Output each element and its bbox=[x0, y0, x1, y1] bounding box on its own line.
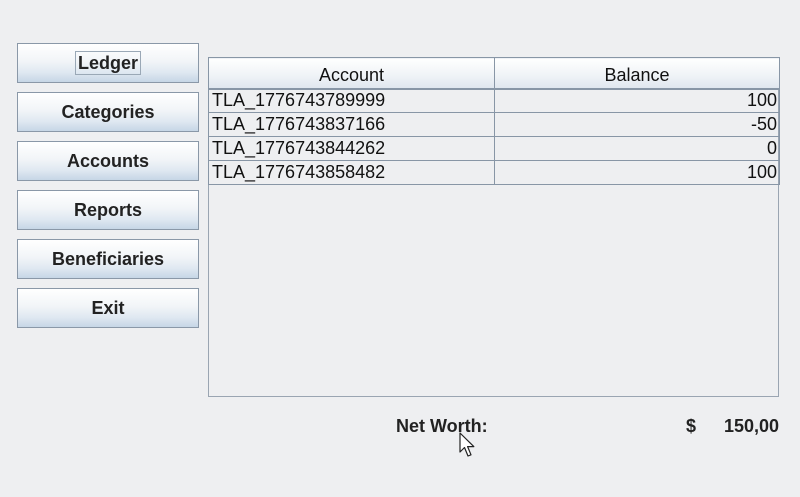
reports-button-label: Reports bbox=[73, 199, 142, 220]
account-cell[interactable]: TLA_1776743858482 bbox=[208, 160, 495, 185]
table-row[interactable]: TLA_1776743844262 0 bbox=[208, 136, 780, 161]
categories-button-label: Categories bbox=[61, 101, 155, 122]
column-header-balance[interactable]: Balance bbox=[494, 57, 780, 90]
balance-cell[interactable]: -50 bbox=[494, 112, 780, 137]
exit-button-label: Exit bbox=[91, 297, 125, 318]
accounts-table: Account Balance TLA_1776743789999 100 TL… bbox=[208, 57, 780, 185]
mouse-pointer-icon bbox=[459, 432, 477, 458]
sidebar-nav: Ledger Categories Accounts Reports Benef… bbox=[17, 43, 199, 337]
table-row[interactable]: TLA_1776743837166 -50 bbox=[208, 112, 780, 137]
net-worth-value: 150,00 bbox=[724, 416, 780, 436]
account-cell[interactable]: TLA_1776743837166 bbox=[208, 112, 495, 137]
categories-button[interactable]: Categories bbox=[17, 92, 199, 132]
table-header-row: Account Balance bbox=[208, 57, 780, 90]
table-row[interactable]: TLA_1776743789999 100 bbox=[208, 88, 780, 113]
beneficiaries-button[interactable]: Beneficiaries bbox=[17, 239, 199, 279]
balance-cell[interactable]: 0 bbox=[494, 136, 780, 161]
balance-cell[interactable]: 100 bbox=[494, 160, 780, 185]
net-worth-currency: $ bbox=[686, 416, 697, 436]
beneficiaries-button-label: Beneficiaries bbox=[51, 248, 165, 269]
table-row[interactable]: TLA_1776743858482 100 bbox=[208, 160, 780, 185]
accounts-table-panel[interactable]: Account Balance TLA_1776743789999 100 TL… bbox=[208, 57, 780, 397]
account-cell[interactable]: TLA_1776743789999 bbox=[208, 88, 495, 113]
ledger-button[interactable]: Ledger bbox=[17, 43, 199, 83]
ledger-button-label: Ledger bbox=[74, 51, 141, 75]
account-cell[interactable]: TLA_1776743844262 bbox=[208, 136, 495, 161]
accounts-button-label: Accounts bbox=[66, 150, 149, 171]
accounts-button[interactable]: Accounts bbox=[17, 141, 199, 181]
reports-button[interactable]: Reports bbox=[17, 190, 199, 230]
exit-button[interactable]: Exit bbox=[17, 288, 199, 328]
column-header-account[interactable]: Account bbox=[208, 57, 495, 90]
balance-cell[interactable]: 100 bbox=[494, 88, 780, 113]
